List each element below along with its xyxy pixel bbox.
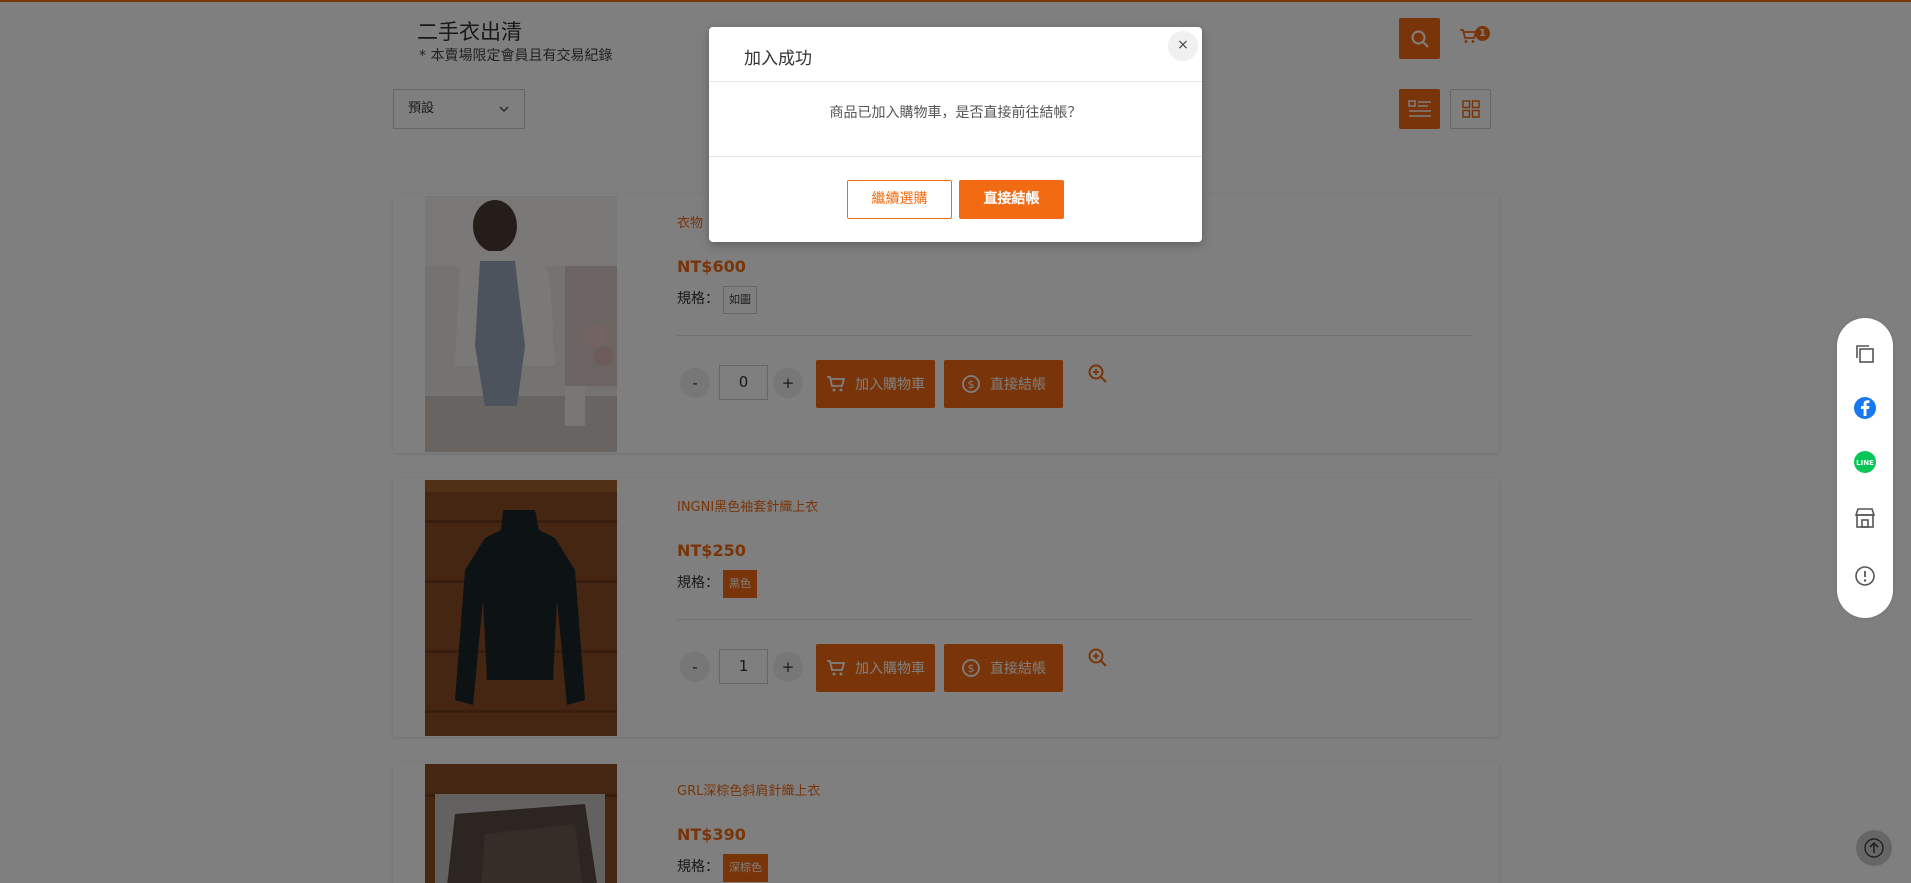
modal-title: 加入成功 xyxy=(744,49,812,69)
add-success-modal: 加入成功 × 商品已加入購物車，是否直接前往結帳？ 繼續選購 直接結帳 xyxy=(709,27,1202,242)
share-facebook-button[interactable] xyxy=(1853,396,1877,420)
svg-text:LINE: LINE xyxy=(1856,459,1874,467)
store-icon xyxy=(1854,508,1876,528)
modal-message: 商品已加入購物車，是否直接前往結帳？ xyxy=(829,105,1082,121)
arrow-up-icon xyxy=(1864,838,1884,858)
continue-shopping-button[interactable]: 繼續選購 xyxy=(847,180,952,219)
copy-link-button[interactable] xyxy=(1853,342,1877,366)
copy-icon xyxy=(1856,345,1874,363)
facebook-icon xyxy=(1854,397,1876,419)
report-icon xyxy=(1855,566,1875,586)
divider xyxy=(709,156,1202,157)
go-to-checkout-button[interactable]: 直接結帳 xyxy=(959,180,1064,219)
share-line-button[interactable]: LINE xyxy=(1853,451,1877,475)
store-button[interactable] xyxy=(1853,506,1877,530)
divider xyxy=(709,81,1202,82)
line-icon: LINE xyxy=(1854,451,1876,473)
report-button[interactable] xyxy=(1853,564,1877,588)
share-sidebar: LINE xyxy=(1837,318,1893,618)
modal-close-button[interactable]: × xyxy=(1168,31,1198,61)
back-to-top-button[interactable] xyxy=(1856,830,1892,866)
